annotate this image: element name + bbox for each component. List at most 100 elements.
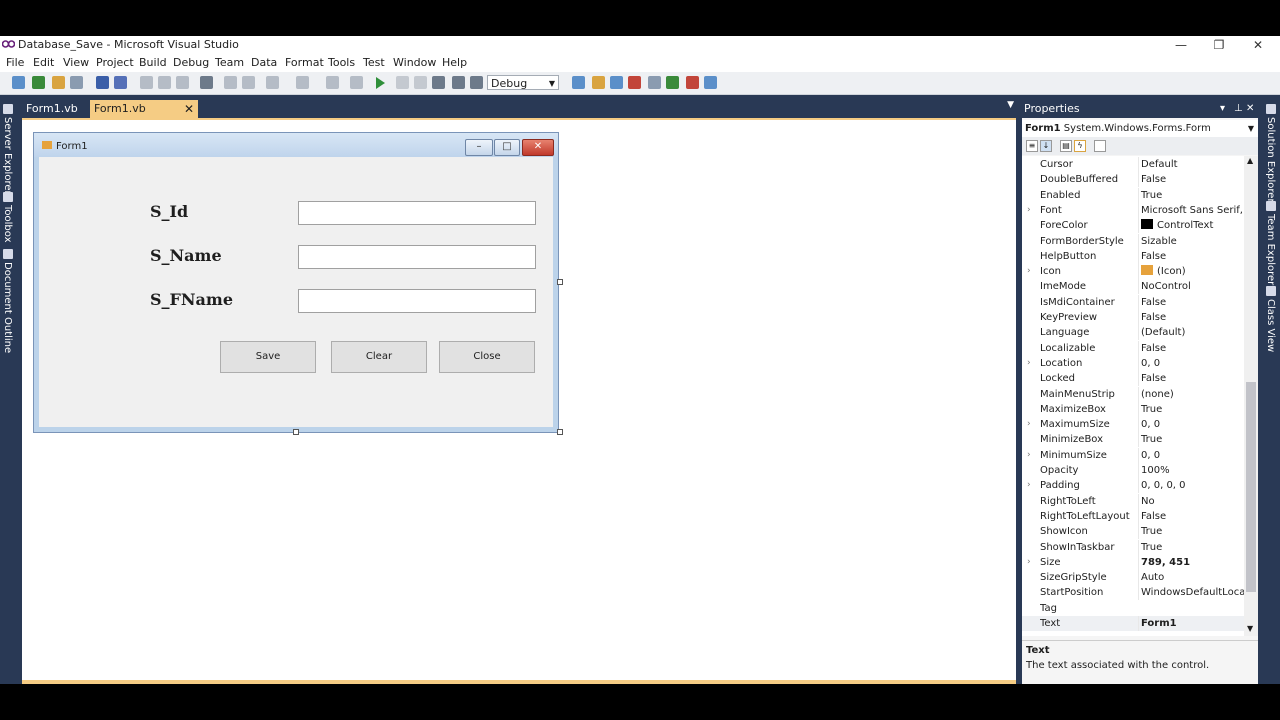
start-debugging-icon[interactable] [376, 77, 385, 89]
property-row[interactable]: HelpButton False [1022, 248, 1244, 264]
navigate-forward-icon[interactable] [350, 76, 363, 89]
menu-team[interactable]: Team [215, 56, 244, 69]
property-row[interactable]: ShowInTaskbar True [1022, 539, 1244, 555]
menu-edit[interactable]: Edit [33, 56, 54, 69]
save-icon[interactable] [96, 76, 109, 89]
property-value-cell[interactable]: (Default) [1138, 325, 1244, 341]
expand-chevron-icon[interactable]: › [1027, 478, 1031, 493]
navigate-back-icon[interactable] [326, 76, 339, 89]
property-row[interactable]: › Location 0, 0 [1022, 355, 1244, 371]
server-explorer-tab[interactable]: Server Explorer [2, 117, 13, 195]
stop-icon[interactable] [414, 76, 427, 89]
size-to-grid-icon[interactable] [686, 76, 699, 89]
close-window-button[interactable]: ✕ [1239, 36, 1277, 54]
undo-icon[interactable] [266, 76, 279, 89]
uncomment-icon[interactable] [242, 76, 255, 89]
property-value-cell[interactable]: Auto [1138, 570, 1244, 586]
paste-icon[interactable] [176, 76, 189, 89]
property-value-cell[interactable]: 789, 451 [1138, 554, 1244, 570]
property-value-cell[interactable]: 0, 0 [1138, 447, 1244, 463]
property-value-cell[interactable]: False [1138, 340, 1244, 356]
expand-chevron-icon[interactable]: › [1027, 448, 1031, 463]
align-rights-icon[interactable] [610, 76, 623, 89]
property-row[interactable]: Text Form1 [1022, 616, 1244, 631]
cut-icon[interactable] [140, 76, 153, 89]
properties-icon[interactable]: ▤ [1060, 140, 1072, 152]
menu-debug[interactable]: Debug [173, 56, 209, 69]
step-over-icon[interactable] [452, 76, 465, 89]
property-value-cell[interactable]: (Icon) [1138, 264, 1244, 280]
object-selector[interactable]: Form1 System.Windows.Forms.Form ▼ [1022, 120, 1258, 137]
save-button[interactable]: Save [220, 341, 316, 373]
scroll-up-icon[interactable]: ▲ [1247, 156, 1253, 165]
property-value-cell[interactable]: False [1138, 508, 1244, 524]
property-value-cell[interactable]: Microsoft Sans Serif, 7.8 [1138, 202, 1244, 218]
categorized-icon[interactable]: ≡ [1026, 140, 1038, 152]
property-value-cell[interactable]: False [1138, 294, 1244, 310]
property-row[interactable]: Tag [1022, 601, 1244, 616]
label-s-id[interactable]: S_Id [150, 202, 188, 221]
tab-form1-vb[interactable]: Form1.vb [22, 100, 86, 118]
property-row[interactable]: › Size 789, 451 [1022, 554, 1244, 570]
property-row[interactable]: MaximizeBox True [1022, 401, 1244, 417]
property-value-cell[interactable]: False [1138, 371, 1244, 387]
property-row[interactable]: ImeMode NoControl [1022, 279, 1244, 295]
property-value-cell[interactable]: Default [1138, 157, 1244, 172]
close-panel-icon[interactable]: ✕ [1246, 100, 1254, 118]
property-row[interactable]: ForeColor ControlText [1022, 218, 1244, 234]
property-value-cell[interactable]: (none) [1138, 386, 1244, 402]
find-icon[interactable] [200, 76, 213, 89]
property-grid-scrollbar[interactable]: ▲ ▼ [1244, 156, 1258, 636]
menu-project[interactable]: Project [96, 56, 134, 69]
toolbox-tab[interactable]: Toolbox [2, 205, 13, 243]
alphabetical-icon[interactable]: ↓ [1040, 140, 1052, 152]
new-project-icon[interactable] [12, 76, 25, 89]
property-value-cell[interactable]: 0, 0, 0, 0 [1138, 478, 1244, 494]
property-value-cell[interactable]: 100% [1138, 463, 1244, 478]
property-value-cell[interactable]: False [1138, 310, 1244, 325]
step-out-icon[interactable] [470, 76, 483, 89]
property-row[interactable]: IsMdiContainer False [1022, 294, 1244, 310]
team-explorer-tab[interactable]: Team Explorer [1265, 214, 1276, 285]
clear-button[interactable]: Clear [331, 341, 427, 373]
pin-icon[interactable]: ⊥ [1234, 100, 1243, 118]
property-row[interactable]: MainMenuStrip (none) [1022, 386, 1244, 402]
property-row[interactable]: RightToLeftLayout False [1022, 508, 1244, 524]
property-row[interactable]: FormBorderStyle Sizable [1022, 233, 1244, 249]
property-row[interactable]: › MinimumSize 0, 0 [1022, 447, 1244, 463]
resize-handle-corner[interactable] [557, 429, 563, 435]
solution-explorer-tab[interactable]: Solution Explorer [1265, 117, 1276, 203]
expand-chevron-icon[interactable]: › [1027, 203, 1031, 218]
s-id-textbox[interactable] [298, 201, 536, 225]
property-value-cell[interactable]: Sizable [1138, 233, 1244, 249]
property-row[interactable]: › MaximumSize 0, 0 [1022, 417, 1244, 433]
scroll-down-icon[interactable]: ▼ [1247, 624, 1253, 633]
label-s-name[interactable]: S_Name [150, 246, 222, 265]
property-row[interactable]: Localizable False [1022, 340, 1244, 356]
menu-build[interactable]: Build [139, 56, 167, 69]
property-row[interactable]: › Icon (Icon) [1022, 264, 1244, 280]
menu-window[interactable]: Window [393, 56, 436, 69]
property-row[interactable]: Opacity 100% [1022, 463, 1244, 478]
align-centers-icon[interactable] [592, 76, 605, 89]
solution-config-icon[interactable] [70, 76, 83, 89]
property-value-cell[interactable]: True [1138, 432, 1244, 448]
panel-dropdown-icon[interactable]: ▾ [1220, 100, 1225, 118]
menu-data[interactable]: Data [251, 56, 277, 69]
property-row[interactable]: Cursor Default [1022, 157, 1244, 172]
property-row[interactable]: RightToLeft No [1022, 493, 1244, 509]
tab-form1-design[interactable]: Form1.vb [Design] ✕ [90, 100, 198, 133]
resize-handle-bottom[interactable] [293, 429, 299, 435]
menu-test[interactable]: Test [363, 56, 385, 69]
save-all-icon[interactable] [114, 76, 127, 89]
add-item-icon[interactable] [32, 76, 45, 89]
layout-icon[interactable] [704, 76, 717, 89]
menu-format[interactable]: Format [285, 56, 324, 69]
scroll-thumb[interactable] [1246, 382, 1256, 592]
property-value-cell[interactable]: 0, 0 [1138, 355, 1244, 371]
expand-chevron-icon[interactable]: › [1027, 555, 1031, 570]
property-row[interactable]: Enabled True [1022, 187, 1244, 203]
copy-icon[interactable] [158, 76, 171, 89]
property-row[interactable]: › Font Microsoft Sans Serif, 7.8 [1022, 202, 1244, 218]
expand-chevron-icon[interactable]: › [1027, 356, 1031, 371]
